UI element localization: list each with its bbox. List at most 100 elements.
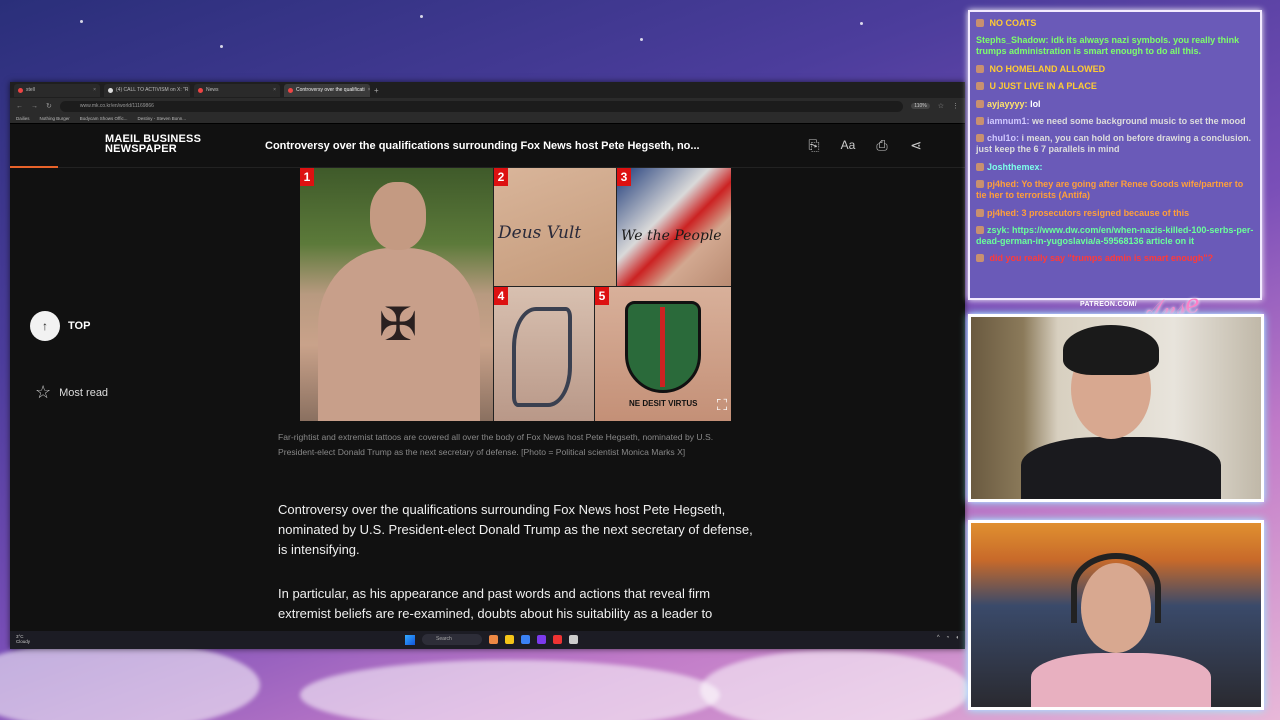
chat-text: did you really say "trumps admin is smar… [989,253,1214,264]
menu-icon[interactable]: ⋮ [952,102,959,110]
chat-text: NO HOMELAND ALLOWED [989,63,1106,74]
tab-label: News [206,87,219,93]
network-icon[interactable]: ◔ [946,635,950,641]
badge-icon [976,208,984,217]
webcam-2 [968,520,1264,710]
site-logo[interactable]: MAEIL BUSINESS NEWSPAPER [105,134,201,155]
weather-widget[interactable]: 3°C Cloudy [16,634,30,644]
chat-message: did you really say "trumps admin is smar… [976,253,1254,264]
chat-username[interactable]: ayjayyyy: [987,99,1028,109]
bookmark-item[interactable]: Nothing Burger [40,116,70,121]
cross-tattoo-icon: ✠ [378,298,418,350]
new-tab-icon[interactable]: + [374,86,379,95]
app-icon[interactable] [553,635,562,644]
most-read-button[interactable]: ☆ Most read [35,382,108,403]
tab-bar: stell× (4) CALL TO ACTIVISM on X: "R× Ne… [10,82,965,98]
app-icon[interactable] [569,635,578,644]
chevron-up-icon[interactable]: ^ [937,635,940,641]
header-title: Controversy over the qualifications surr… [265,140,700,152]
favicon-icon [18,87,23,93]
chat-username[interactable]: chul1o: [987,133,1019,143]
chat-username[interactable]: Joshthemex: [987,162,1043,172]
browser-tab[interactable]: News × [194,83,280,97]
panel-number: 5 [595,287,609,305]
forward-icon[interactable]: → [31,103,38,110]
bookmarks-bar: Dailies Nothing Burger Bodycam Shows Off… [10,114,965,124]
chat-text: NO COATS [989,18,1037,28]
head-shape [370,182,426,250]
background-star [420,15,423,18]
browser-tab[interactable]: (4) CALL TO ACTIVISM on X: "R× [104,83,190,97]
shield-bar [660,307,665,387]
zoom-level[interactable]: 110% [911,103,930,109]
badge-icon [976,116,984,125]
top-label: TOP [68,320,91,332]
close-tab-icon[interactable]: × [368,87,370,93]
article-body: ↑ TOP ☆ Most read ✠ 1 Deus Vult 2 We the… [10,168,965,631]
app-icon[interactable] [505,635,514,644]
share-icon[interactable]: ⋖ [907,136,925,154]
badge-icon [976,254,984,263]
bookmark-item[interactable]: Destiny - Steven Bonn... [137,116,186,121]
close-tab-icon[interactable]: × [273,87,276,93]
panel-number: 3 [617,168,631,186]
background-star [640,38,643,41]
chat-text: https://www.dw.com/en/when-nazis-killed-… [976,224,1254,246]
badge-icon [976,134,984,143]
browser-tab[interactable]: stell × [14,83,100,97]
article-paragraph: Controversy over the qualifications surr… [278,502,753,557]
background-cloud [0,640,260,720]
badge-icon [976,64,984,73]
reload-icon[interactable]: ↻ [46,102,52,110]
person-shape [1021,437,1221,499]
app-icon[interactable] [521,635,530,644]
app-icon[interactable] [537,635,546,644]
badge-icon [976,99,984,108]
back-to-top-button[interactable]: ↑ TOP [30,311,90,341]
background-cloud [300,660,720,720]
chat-message: Joshthemex: [976,162,1254,173]
badge-icon [976,82,984,91]
chat-message: pj4hed: Yo they are going after Renee Go… [976,179,1254,201]
chat-username[interactable]: pj4hed: [987,179,1019,189]
chat-message: chul1o: i mean, you can hold on before d… [976,133,1254,155]
fullscreen-icon[interactable]: ⛶ [713,397,731,415]
close-tab-icon[interactable]: × [93,87,96,93]
chat-username[interactable]: zsyk: [987,225,1010,235]
badge-icon [976,225,984,234]
headphones-icon [1071,553,1161,623]
print-icon[interactable]: ⎙ [873,136,891,154]
most-read-label: Most read [59,386,109,399]
back-icon[interactable]: ← [16,103,23,110]
stream-chat: NO COATS Stephs_Shadow: idk its always n… [968,10,1262,300]
chat-message: zsyk: https://www.dw.com/en/when-nazis-k… [976,225,1254,247]
taskbar-search[interactable]: Search [422,634,482,645]
chat-message: NO HOMELAND ALLOWED [976,64,1254,75]
font-size-icon[interactable]: Aa [839,136,857,154]
chat-username[interactable]: Stephs_Shadow: [976,35,1049,45]
chat-username[interactable]: iamnum1: [987,116,1030,126]
chat-text: we need some background music to set the… [1032,115,1246,126]
translate-icon[interactable]: ⎘ [805,136,823,154]
chat-text: 3 prosecutors resigned because of this [1021,207,1190,218]
bookmark-item[interactable]: Bodycam Shows Offic... [80,116,128,121]
tattoo-text: Deus Vult [498,223,582,243]
photo-panel-3: We the People 3 [617,168,731,286]
browser-window: stell× (4) CALL TO ACTIVISM on X: "R× Ne… [10,82,965,649]
app-icon[interactable] [489,635,498,644]
bookmark-star-icon[interactable]: ☆ [938,102,944,110]
article-photo[interactable]: ✠ 1 Deus Vult 2 We the People 3 4 NE DES… [300,168,731,421]
person-shape [1063,325,1159,375]
windows-start-icon[interactable] [405,634,415,645]
favicon-icon [288,87,293,93]
windows-taskbar: 3°C Cloudy Search ^ ◔ ◖ [10,631,965,649]
background-star [80,20,83,23]
weather-desc: Cloudy [16,639,31,644]
chat-text: lol [1030,98,1041,109]
chat-username[interactable]: pj4hed: [987,208,1019,218]
chat-message: iamnum1: we need some background music t… [976,116,1254,127]
browser-tab-active[interactable]: Controversy over the qualificati × [284,83,370,97]
url-input[interactable]: www.mk.co.kr/en/world/11169866 [59,100,904,112]
bookmark-item[interactable]: Dailies [16,116,30,121]
volume-icon[interactable]: ◖ [955,635,959,641]
